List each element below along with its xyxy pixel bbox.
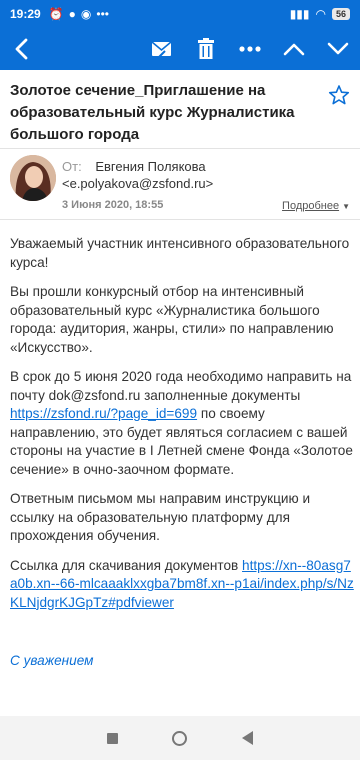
delete-button[interactable] [184, 28, 228, 70]
recent-apps-icon[interactable] [107, 732, 119, 744]
back-button[interactable] [0, 28, 44, 70]
trash-icon [198, 38, 214, 59]
status-time: 19:29 [10, 7, 41, 21]
chevron-up-icon [283, 43, 305, 56]
more-dots-icon [239, 46, 261, 52]
alarm-icon: ⏰ [48, 7, 64, 21]
notification-bubble-icon: ● [68, 7, 76, 21]
details-toggle[interactable]: Подробнее ▼ [282, 200, 350, 212]
caret-down-icon: ▼ [342, 202, 350, 211]
previous-message-button[interactable] [272, 28, 316, 70]
status-notification-icons: ⏰ ● ◉ ••• [49, 7, 109, 21]
chevron-down-icon [327, 42, 349, 55]
reply-icon [151, 41, 172, 59]
details-label: Подробнее [282, 200, 340, 212]
body-paragraph: Ссылка для скачивания документов https:/… [10, 557, 355, 613]
body-paragraph: Ответным письмом мы направим инструкцию … [10, 491, 311, 543]
mail-toolbar [0, 28, 360, 70]
next-message-button[interactable] [316, 28, 360, 70]
sender-name[interactable]: Евгения Полякова [95, 159, 205, 174]
documents-page-link[interactable]: https://zsfond.ru/?page_id=699 [10, 406, 197, 421]
sender-avatar[interactable] [10, 155, 56, 201]
status-bar: 19:29 ⏰ ● ◉ ••• ▮▮▮ ◠ 56 [0, 0, 360, 28]
body-paragraph: Вы прошли конкурсный отбор на интенсивны… [10, 284, 334, 355]
body-text: В срок до 5 июня 2020 года необходимо на… [10, 369, 352, 403]
favorite-button[interactable] [328, 84, 350, 106]
signoff: С уважением [10, 653, 94, 668]
back-arrow-icon [15, 38, 28, 60]
system-back-icon[interactable] [241, 731, 253, 745]
wifi-icon: ◠ [315, 7, 326, 21]
reply-button[interactable] [140, 28, 184, 70]
overflow-dots-icon: ••• [96, 7, 109, 21]
divider [0, 148, 360, 149]
body-text: Ссылка для скачивания документов [10, 557, 243, 573]
battery-indicator: 56 [331, 8, 350, 20]
avatar-photo [10, 155, 56, 201]
message-date: 3 Июня 2020, 18:55 [62, 199, 164, 211]
sender-email[interactable]: <e.polyakova@zsfond.ru> [62, 176, 213, 191]
system-nav-bar [0, 716, 360, 760]
message-body: Уважаемый участник интенсивного образова… [10, 235, 355, 682]
body-paragraph: Уважаемый участник интенсивного образова… [10, 236, 350, 270]
message-subject: Золотое сечение_Приглашение на образоват… [10, 82, 295, 143]
body-paragraph: В срок до 5 июня 2020 года необходимо на… [10, 368, 355, 479]
star-icon [328, 85, 350, 105]
divider [0, 219, 360, 220]
signal-icon: ▮▮▮ [289, 7, 310, 21]
home-icon[interactable] [172, 730, 188, 746]
more-actions-button[interactable] [228, 28, 272, 70]
from-label: От: [62, 159, 82, 174]
sender-line: От: Евгения Полякова [62, 157, 206, 176]
chat-icon: ◉ [80, 7, 92, 21]
